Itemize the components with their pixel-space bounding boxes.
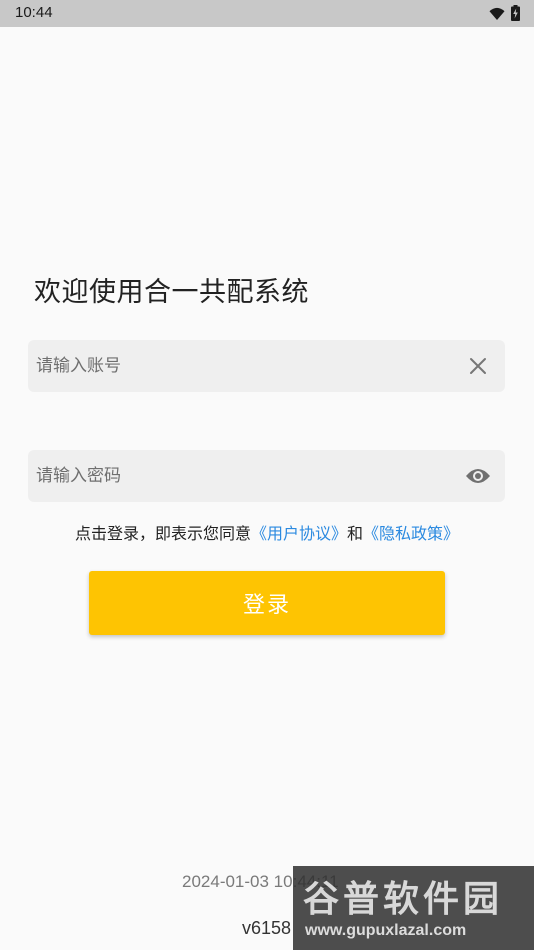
- user-agreement-link[interactable]: 《用户协议》: [251, 524, 347, 543]
- account-field: [28, 340, 505, 392]
- account-input[interactable]: [28, 340, 456, 392]
- status-time: 10:44: [15, 4, 53, 21]
- agreement-prefix: 点击登录，即表示您同意: [74, 524, 251, 543]
- agreement-text: 点击登录，即表示您同意《用户协议》和《隐私政策》: [0, 520, 534, 544]
- watermark-url: www.gupuxlazal.com: [305, 922, 467, 939]
- status-bar: 10:44: [0, 0, 534, 27]
- agreement-and: 和: [347, 524, 364, 543]
- privacy-policy-link[interactable]: 《隐私政策》: [363, 524, 459, 543]
- wifi-icon: [489, 6, 505, 25]
- version-label: v6158: [242, 918, 292, 938]
- status-icons: [489, 5, 520, 25]
- password-field: [28, 450, 505, 502]
- eye-icon[interactable]: [465, 463, 491, 489]
- login-screen: 10:44 欢迎使用合一共配系统 请输入账号 点击登录，即表示您同意《用户协议》…: [0, 0, 534, 950]
- close-icon[interactable]: [465, 353, 491, 379]
- battery-charging-icon: [511, 5, 520, 25]
- watermark-overlay: 谷普软件园 www.gupuxlazal.com: [293, 866, 534, 950]
- login-button[interactable]: 登录: [89, 571, 445, 635]
- password-input[interactable]: [28, 450, 456, 502]
- page-title: 欢迎使用合一共配系统: [34, 277, 309, 308]
- watermark-logo: 谷普软件园: [303, 879, 504, 920]
